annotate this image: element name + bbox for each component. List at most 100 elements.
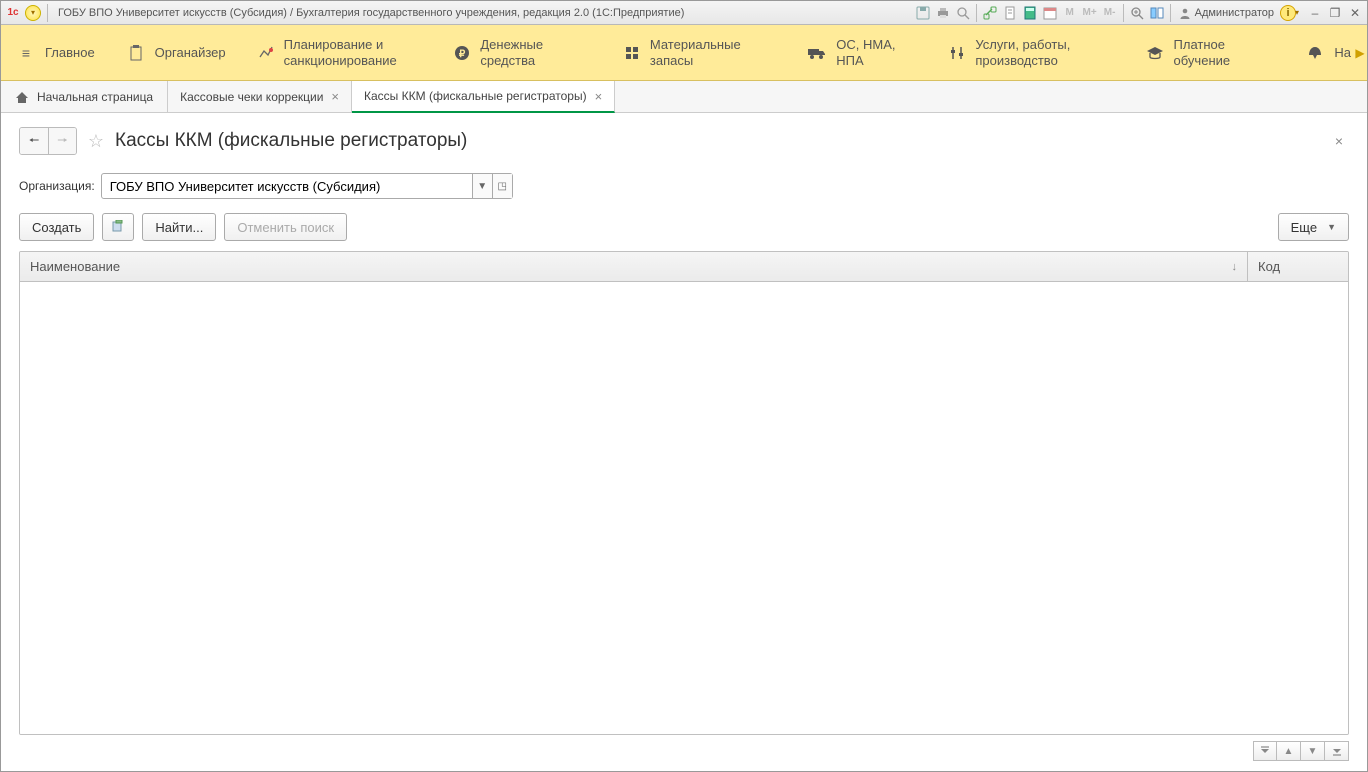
plan-icon (258, 44, 274, 62)
close-button[interactable]: ✕ (1347, 5, 1363, 21)
copy-button[interactable] (102, 213, 134, 241)
title-left: 1c ▾ ГОБУ ВПО Университет искусств (Субс… (5, 4, 684, 22)
org-label: Организация: (19, 179, 95, 193)
eagle-icon (1306, 44, 1324, 62)
nav-label: Платное обучение (1174, 37, 1275, 68)
ruble-icon: ₽ (454, 44, 471, 62)
forward-button: 🠖 (48, 128, 76, 154)
dropdown-icon[interactable]: ▼ (472, 174, 492, 198)
grid-nav-buttons: ▲ ▼ (19, 741, 1349, 761)
memory-mplus-button[interactable]: M+ (1081, 4, 1099, 22)
nav-item-organizer[interactable]: Органайзер (111, 25, 242, 80)
title-dropdown-button[interactable]: ▾ (25, 5, 41, 21)
home-icon (15, 90, 29, 104)
info-dropdown-icon[interactable]: ▾ (1295, 8, 1299, 17)
nav-label: Денежные средства (480, 37, 591, 68)
minimize-button[interactable]: – (1307, 5, 1323, 21)
tools-icon (949, 44, 965, 62)
menu-icon: ≡ (17, 44, 35, 62)
close-icon[interactable]: × (595, 89, 603, 104)
save-icon[interactable] (914, 4, 932, 22)
button-label: Отменить поиск (237, 220, 334, 235)
org-input[interactable] (102, 174, 472, 198)
nav-item-main[interactable]: ≡ Главное (1, 25, 111, 80)
application-window: 1c ▾ ГОБУ ВПО Университет искусств (Субс… (0, 0, 1368, 772)
separator (1170, 4, 1171, 22)
panels-icon[interactable] (1148, 4, 1166, 22)
grid-body[interactable] (20, 282, 1348, 734)
separator (1123, 4, 1124, 22)
favorite-star-icon[interactable]: ☆ (85, 130, 107, 152)
data-grid: Наименование ↓ Код (19, 251, 1349, 735)
grid-icon (623, 44, 640, 62)
copy-icon (111, 220, 125, 234)
print-icon[interactable] (934, 4, 952, 22)
grid-down-button[interactable]: ▼ (1301, 741, 1325, 761)
create-button[interactable]: Создать (19, 213, 94, 241)
nav-label: На (1334, 45, 1351, 61)
search-icon[interactable] (954, 4, 972, 22)
history-nav: 🠔 🠖 (19, 127, 77, 155)
title-toolbar: M M+ M- Администратор i ▾ – ❐ ✕ (914, 4, 1363, 22)
user-chip[interactable]: Администратор (1175, 7, 1278, 19)
column-header-name[interactable]: Наименование ↓ (20, 252, 1248, 281)
cancel-search-button: Отменить поиск (224, 213, 347, 241)
more-button[interactable]: Еще▼ (1278, 213, 1349, 241)
sort-asc-icon: ↓ (1232, 261, 1238, 273)
nav-label: Планирование и санкционирование (284, 37, 422, 68)
tab-label: Начальная страница (37, 90, 153, 104)
column-label: Код (1258, 259, 1280, 274)
tab-kkm-registers[interactable]: Кассы ККМ (фискальные регистраторы) × (352, 81, 615, 113)
truck-icon (808, 44, 826, 62)
user-name: Администратор (1195, 7, 1274, 19)
button-label: Создать (32, 220, 81, 235)
nav-item-services[interactable]: Услуги, работы, производство (933, 25, 1129, 80)
document-icon[interactable] (1001, 4, 1019, 22)
nav-item-planning[interactable]: Планирование и санкционирование (242, 25, 438, 80)
tab-label: Кассы ККМ (фискальные регистраторы) (364, 89, 587, 103)
nav-item-education[interactable]: Платное обучение (1130, 25, 1291, 80)
button-label: Найти... (155, 220, 203, 235)
svg-text:₽: ₽ (459, 49, 466, 60)
column-header-code[interactable]: Код (1248, 252, 1348, 281)
nav-item-cash[interactable]: ₽ Денежные средства (438, 25, 608, 80)
zoom-icon[interactable] (1128, 4, 1146, 22)
info-icon[interactable]: i (1280, 5, 1296, 21)
back-button[interactable]: 🠔 (20, 128, 48, 154)
tab-start-page[interactable]: Начальная страница (1, 81, 168, 112)
calendar-icon[interactable] (1041, 4, 1059, 22)
grid-last-button[interactable] (1325, 741, 1349, 761)
org-combo: ▼ ◳ (101, 173, 513, 199)
tab-correction-receipts[interactable]: Кассовые чеки коррекции × (168, 81, 352, 112)
chevron-down-icon: ▼ (1327, 222, 1336, 232)
nav-item-inventory[interactable]: Материальные запасы (607, 25, 792, 80)
nav-label: Материальные запасы (650, 37, 776, 68)
user-icon (1179, 7, 1191, 19)
app-1c-icon: 1c (5, 5, 21, 21)
grid-up-button[interactable]: ▲ (1277, 741, 1301, 761)
link-icon[interactable] (981, 4, 999, 22)
main-nav: ≡ Главное Органайзер Планирование и санк… (1, 25, 1367, 81)
calculator-icon[interactable] (1021, 4, 1039, 22)
maximize-button[interactable]: ❐ (1327, 5, 1343, 21)
column-label: Наименование (30, 259, 120, 274)
nav-item-assets[interactable]: ОС, НМА, НПА (792, 25, 933, 80)
toolbar: Создать Найти... Отменить поиск Еще▼ (19, 213, 1349, 241)
tab-label: Кассовые чеки коррекции (180, 90, 323, 104)
page-close-button[interactable]: × (1329, 131, 1349, 151)
separator (47, 4, 48, 22)
memory-mminus-button[interactable]: M- (1101, 4, 1119, 22)
org-row: Организация: ▼ ◳ (19, 173, 1349, 199)
close-icon[interactable]: × (331, 89, 339, 104)
nav-scroll-right[interactable]: ▶ (1353, 25, 1367, 80)
open-dialog-icon[interactable]: ◳ (492, 174, 512, 198)
window-controls: – ❐ ✕ (1307, 5, 1363, 21)
nav-label: Органайзер (155, 45, 226, 61)
page-header: 🠔 🠖 ☆ Кассы ККМ (фискальные регистраторы… (19, 127, 1349, 155)
page-content: 🠔 🠖 ☆ Кассы ККМ (фискальные регистраторы… (1, 113, 1367, 771)
page-title: Кассы ККМ (фискальные регистраторы) (115, 130, 467, 152)
clipboard-icon (127, 44, 145, 62)
memory-m-button[interactable]: M (1061, 4, 1079, 22)
find-button[interactable]: Найти... (142, 213, 216, 241)
grid-first-button[interactable] (1253, 741, 1277, 761)
